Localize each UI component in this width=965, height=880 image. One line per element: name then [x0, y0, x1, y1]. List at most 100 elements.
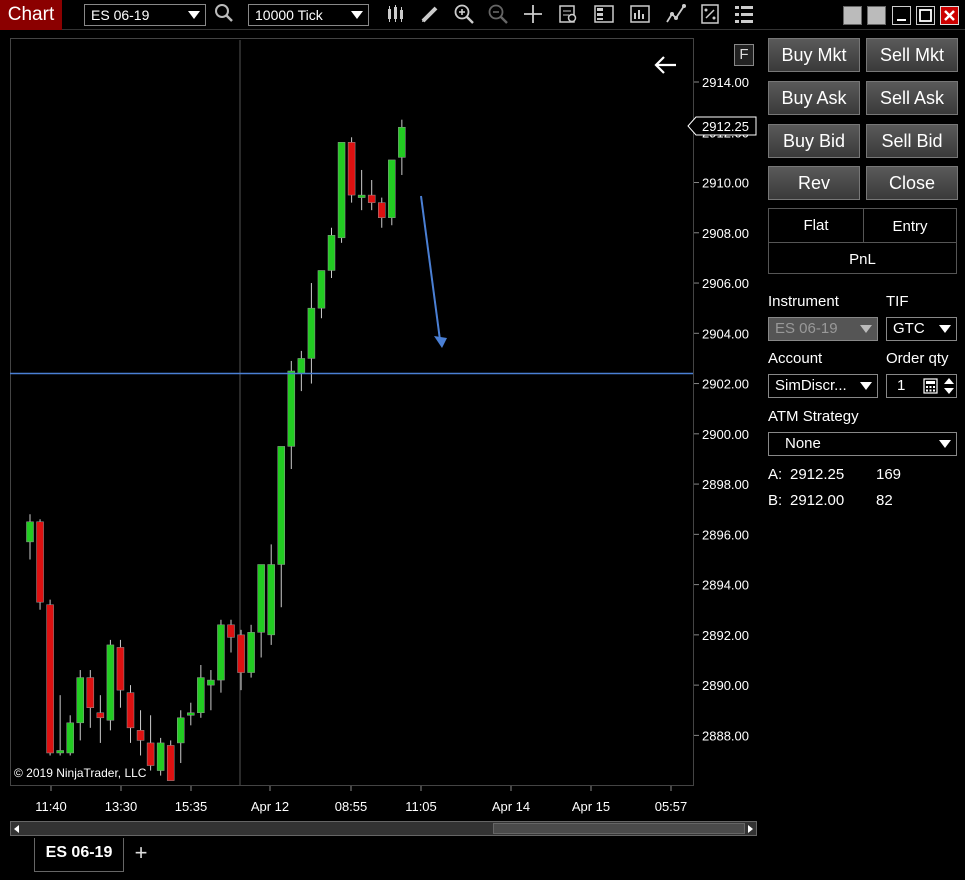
candle-body [66, 722, 74, 754]
minimize-button[interactable] [892, 6, 911, 25]
candle-body [36, 521, 44, 603]
link-color-button[interactable] [843, 6, 862, 25]
candle-body [227, 624, 235, 638]
price-axis[interactable]: 2914.002912.002910.002908.002906.002904.… [694, 75, 749, 743]
instrument-field[interactable]: ES 06-19 [768, 317, 878, 341]
time-axis[interactable]: 11:40 13:30 15:35 Apr 12 08:55 11:05 Apr 14 Apr… [35, 786, 687, 814]
candlestick [197, 665, 205, 718]
bid-size: 82 [876, 492, 893, 509]
sell-bid-button[interactable]: Sell Bid [866, 124, 958, 158]
candlestick [46, 599, 54, 756]
candlestick [277, 446, 285, 608]
scroll-right-icon[interactable] [745, 824, 755, 834]
candle-body [367, 194, 376, 203]
arrow-drawing[interactable] [420, 195, 447, 348]
buy-market-button[interactable]: Buy Mkt [768, 38, 860, 72]
close-window-button[interactable] [940, 6, 959, 25]
close-icon [944, 10, 955, 21]
candlestick [398, 119, 406, 175]
sell-market-button[interactable]: Sell Mkt [866, 38, 958, 72]
maximize-button[interactable] [916, 6, 935, 25]
candlestick [156, 737, 165, 776]
candlestick [337, 142, 346, 243]
instrument-label: Instrument [768, 293, 839, 310]
candle-body [106, 644, 115, 721]
candle-body [267, 564, 275, 636]
order-qty-stepper[interactable]: 1 [886, 374, 957, 398]
ask-price: 2912.25 [790, 466, 845, 483]
price-tick-label: 2910.00 [702, 176, 749, 191]
scroll-left-icon[interactable] [12, 824, 22, 834]
price-tick-label: 2900.00 [702, 427, 749, 442]
calculator-icon[interactable] [923, 378, 939, 394]
price-tick-label: 2888.00 [702, 728, 749, 743]
candle-body [56, 750, 64, 754]
order-qty-label: Order qty [886, 350, 949, 367]
tif-select[interactable]: GTC [886, 317, 957, 341]
instrument-link-button[interactable] [867, 6, 886, 25]
candlestick [378, 197, 386, 228]
maximize-icon [919, 9, 932, 22]
instrument-field-value: ES 06-19 [775, 320, 838, 337]
candlestick [227, 619, 235, 653]
candle-body [116, 647, 125, 691]
scrollbar-thumb[interactable] [493, 823, 745, 834]
candlestick [367, 180, 376, 211]
candle-body [277, 446, 285, 565]
atm-strategy-select[interactable]: None [768, 432, 957, 456]
tif-select-value: GTC [893, 320, 925, 337]
price-chart[interactable]: 2914.002912.002910.002908.002906.002904.… [0, 0, 760, 820]
candlestick [357, 169, 366, 211]
candle-body [237, 634, 245, 673]
candlestick [76, 670, 84, 741]
candlestick [327, 227, 336, 279]
candlestick [66, 715, 74, 756]
close-position-button[interactable]: Close [866, 166, 958, 200]
candle-body [26, 521, 34, 543]
chart-trader-panel: Buy Mkt Sell Mkt Buy Ask Sell Ask Buy Bi… [764, 36, 961, 836]
chevron-down-icon [860, 382, 872, 390]
ask-size: 169 [876, 466, 902, 483]
add-tab-button[interactable]: + [130, 842, 152, 864]
atm-strategy-label: ATM Strategy [768, 408, 859, 425]
last-price-value: 2912.25 [702, 119, 749, 134]
candlestick [146, 715, 155, 771]
candlestick [187, 702, 195, 726]
buy-ask-button[interactable]: Buy Ask [768, 81, 860, 115]
bid-label: B: [768, 492, 783, 509]
price-tick-label: 2906.00 [702, 276, 749, 291]
candle-body [177, 717, 185, 744]
chevron-down-icon [939, 325, 951, 333]
copyright-text: © 2019 NinjaTrader, LLC [14, 766, 147, 780]
candle-body [187, 712, 195, 716]
position-status: Flat [803, 217, 829, 234]
candle-body [347, 142, 356, 196]
sell-ask-button[interactable]: Sell Ask [866, 81, 958, 115]
tab-es-06-19[interactable]: ES 06-19 [34, 838, 124, 872]
reverse-button[interactable]: Rev [768, 166, 860, 200]
account-select[interactable]: SimDiscr... [768, 374, 878, 398]
qty-up-down-icon[interactable] [943, 377, 955, 395]
order-qty-value: 1 [897, 377, 906, 394]
buy-bid-button[interactable]: Buy Bid [768, 124, 860, 158]
candlestick [136, 710, 145, 756]
back-arrow-icon[interactable] [654, 56, 676, 74]
candlestick [267, 544, 275, 645]
chart-f-button[interactable]: F [734, 44, 754, 66]
candlestick [86, 670, 95, 728]
price-tick-label: 2896.00 [702, 527, 749, 542]
price-tick-label: 2908.00 [702, 226, 749, 241]
price-tick-label: 2914.00 [702, 75, 749, 90]
candlestick [257, 564, 265, 658]
candlestick [96, 695, 105, 743]
horizontal-scrollbar[interactable] [10, 821, 757, 836]
candlestick [287, 360, 296, 470]
time-tick-label: 13:30 [105, 799, 138, 814]
candle-body [247, 632, 255, 673]
candle-body [307, 307, 316, 359]
candle-body [146, 742, 155, 766]
position-row-divider [769, 242, 956, 243]
candle-body [166, 745, 175, 781]
candle-body [317, 270, 326, 309]
candle-body [327, 235, 336, 271]
